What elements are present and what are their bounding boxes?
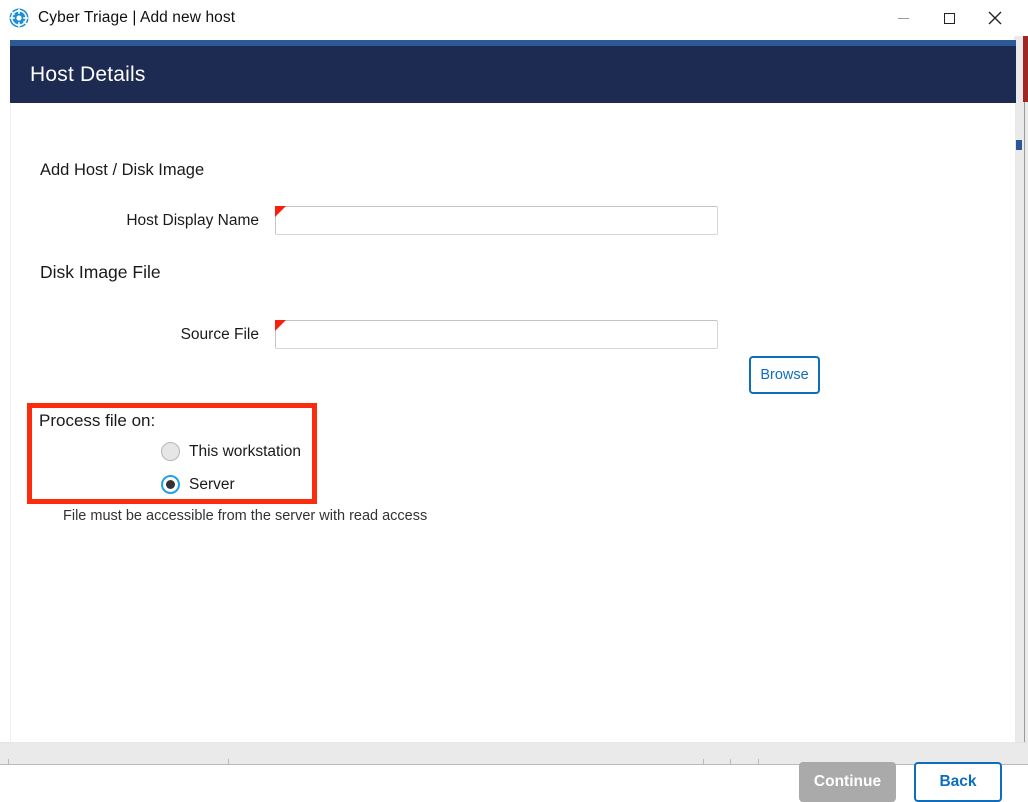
breadcrumb: Add Host / Disk Image	[40, 161, 205, 179]
radio-this-workstation[interactable]: This workstation	[161, 442, 301, 461]
title-bar-left: Cyber Triage | Add new host	[0, 8, 880, 28]
source-file-row: Source File	[119, 320, 718, 349]
radio-unselected-icon	[161, 442, 180, 461]
add-host-dialog: Host Details Add Host / Disk Image Host …	[10, 40, 1016, 802]
background-grid-tick	[730, 759, 731, 765]
minimize-button[interactable]	[880, 0, 926, 36]
maximize-button[interactable]	[926, 0, 972, 36]
dialog-body: Add Host / Disk Image Host Display Name …	[10, 103, 1016, 802]
minimize-icon	[897, 17, 909, 19]
radio-selected-icon	[161, 475, 180, 494]
background-right-panel	[1014, 0, 1028, 765]
close-button[interactable]	[972, 0, 1018, 36]
radio-selected-dot	[166, 480, 175, 489]
section-heading-disk-image-file: Disk Image File	[40, 262, 161, 282]
background-grid-tick	[8, 759, 9, 765]
window-title-bar: Cyber Triage | Add new host	[0, 0, 1028, 36]
back-button[interactable]: Back	[914, 762, 1002, 802]
maximize-icon	[943, 12, 955, 24]
source-file-input[interactable]	[275, 320, 718, 349]
radio-server[interactable]: Server	[161, 475, 235, 494]
source-file-input-wrap	[275, 320, 718, 349]
radio-server-label: Server	[189, 475, 235, 493]
background-grid-tick	[228, 759, 229, 765]
dialog-header: Host Details	[10, 46, 1016, 103]
radio-this-workstation-label: This workstation	[189, 442, 301, 460]
continue-button[interactable]: Continue	[799, 762, 896, 802]
dialog-footer: Continue Back	[799, 762, 1002, 802]
browse-button[interactable]: Browse	[749, 356, 820, 394]
background-grid-tick	[758, 759, 759, 765]
host-display-name-input[interactable]	[275, 206, 718, 235]
process-file-on-label: Process file on:	[39, 411, 156, 430]
background-scrollbar-track[interactable]	[1024, 102, 1025, 765]
source-file-label: Source File	[180, 325, 259, 343]
host-display-name-row: Host Display Name	[119, 206, 718, 235]
cyber-triage-logo-icon	[9, 8, 29, 28]
window-title-text: Cyber Triage | Add new host	[38, 9, 236, 26]
background-grid-tick	[703, 759, 704, 765]
close-icon	[988, 11, 1002, 25]
page-title: Host Details	[30, 62, 146, 86]
server-access-helper-text: File must be accessible from the server …	[63, 508, 428, 524]
host-display-name-label: Host Display Name	[126, 211, 259, 229]
host-display-name-input-wrap	[275, 206, 718, 235]
window-controls	[880, 0, 1018, 36]
background-scrollbar-thumb[interactable]	[1016, 140, 1022, 150]
